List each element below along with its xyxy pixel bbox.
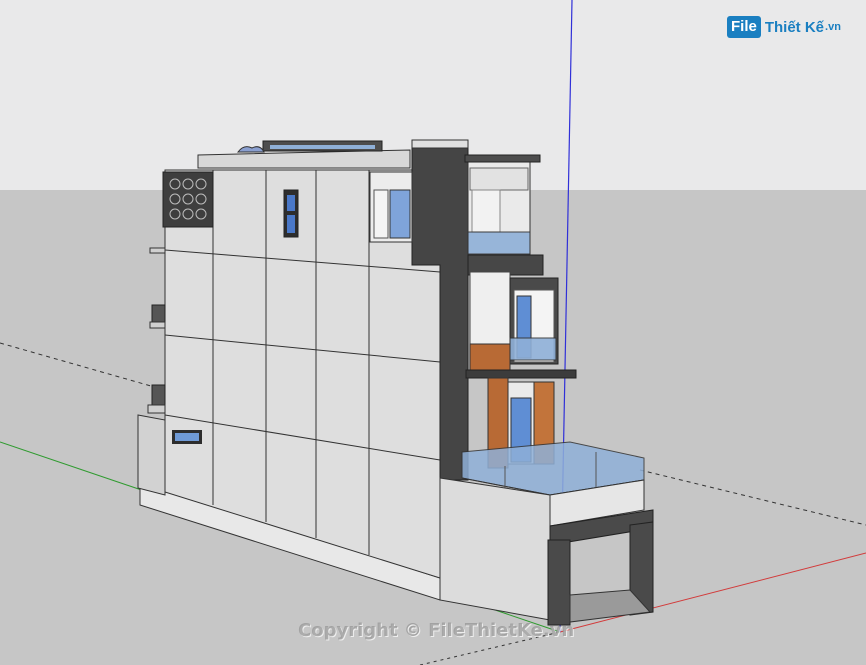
top-balcony-glass — [467, 231, 531, 255]
podium-side — [439, 477, 551, 621]
copyright-watermark: Copyright © FileThietKe.vn — [298, 620, 575, 641]
mid-slab — [465, 369, 577, 379]
logo-badge: File — [727, 16, 761, 38]
mid-balcony-glass — [509, 337, 557, 361]
scene-canvas[interactable] — [0, 0, 866, 665]
wood-panel-upper — [469, 343, 511, 371]
logo-tld: .vn — [825, 21, 841, 33]
filethietke-logo: File Thiết Kế .vn — [727, 12, 841, 42]
logo-name: Thiết Kế — [764, 18, 825, 36]
ground-floor-wall — [137, 414, 166, 496]
model-viewport[interactable]: File Thiết Kế .vn Copyright © FileThietK… — [0, 0, 866, 665]
garage-pillar-left — [547, 539, 571, 626]
